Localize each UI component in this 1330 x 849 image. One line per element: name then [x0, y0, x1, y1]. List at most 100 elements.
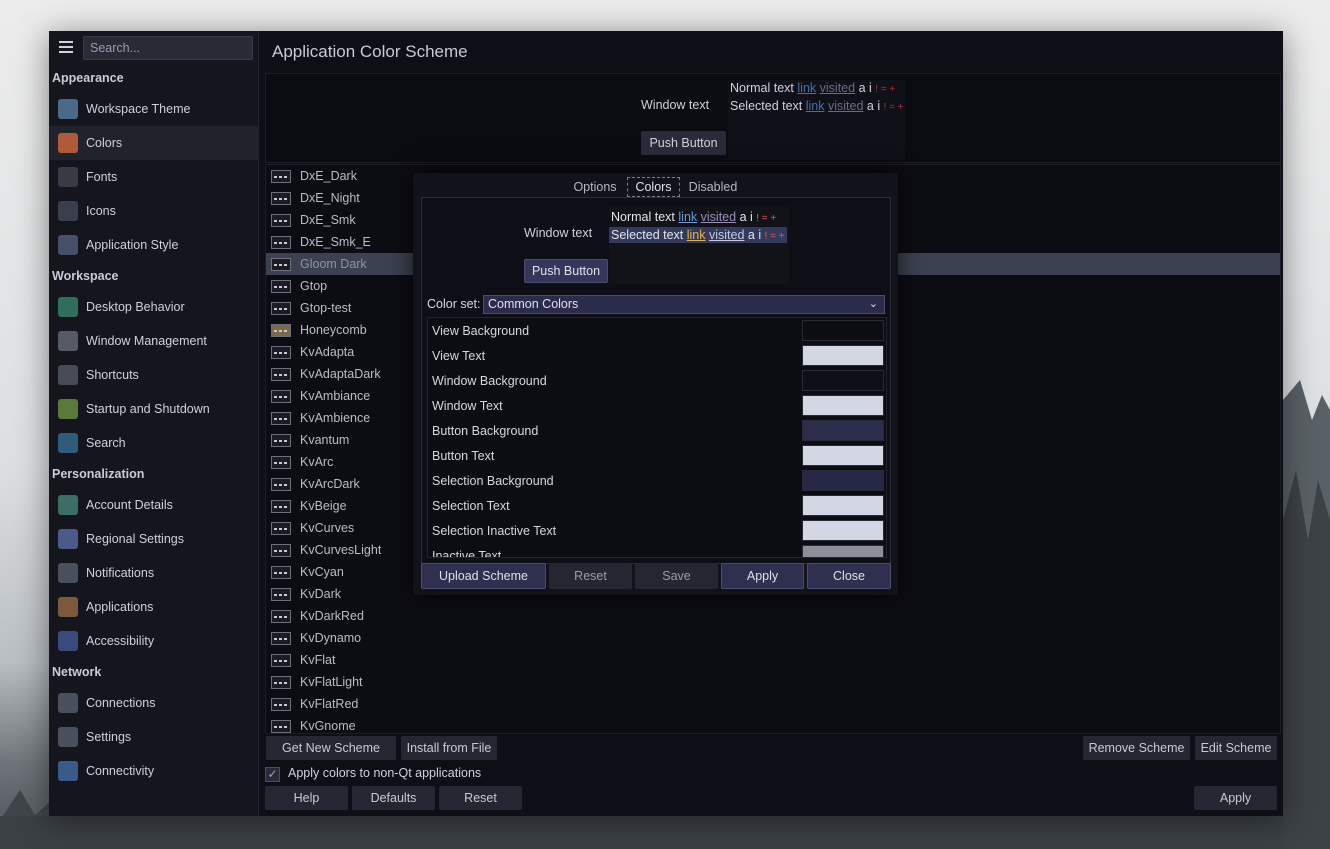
get-new-scheme-button[interactable]: Get New Scheme	[266, 736, 396, 760]
scheme-name: KvCurves	[300, 521, 355, 535]
sidebar-item-notifications[interactable]: Notifications	[49, 556, 258, 590]
tab-options[interactable]: Options	[567, 177, 623, 197]
scheme-name: KvBeige	[300, 499, 347, 513]
color-role-label: Selection Background	[432, 473, 554, 488]
scheme-name: KvAmbience	[300, 411, 371, 425]
sidebar-item-colors[interactable]: Colors	[49, 126, 258, 160]
sidebar-item-accessibility[interactable]: Accessibility	[49, 624, 258, 658]
sidebar-item-applications[interactable]: Applications	[49, 590, 258, 624]
sidebar-item-startup-and-shutdown[interactable]: Startup and Shutdown	[49, 392, 258, 426]
color-row[interactable]: Selection Inactive Text	[428, 518, 886, 543]
hamburger-menu-icon[interactable]	[59, 41, 73, 55]
color-row[interactable]: Button Background	[428, 418, 886, 443]
dialog-close-button[interactable]: Close	[807, 563, 891, 589]
color-row[interactable]: Selection Text	[428, 493, 886, 518]
color-set-select[interactable]: Common Colors ⌄	[483, 295, 885, 314]
sidebar-item-connections[interactable]: Connections	[49, 686, 258, 720]
preview-selected-line: Selected text link visited a i ! = +	[730, 99, 904, 113]
sidebar-item-workspace-theme[interactable]: Workspace Theme	[49, 92, 258, 126]
window-management-icon	[58, 331, 78, 351]
shortcuts-icon	[58, 365, 78, 385]
scheme-name: KvAdapta	[300, 345, 355, 359]
scheme-name: KvGnome	[300, 719, 356, 733]
sidebar-item-search[interactable]: Search	[49, 426, 258, 460]
apply-non-qt-label[interactable]: Apply colors to non-Qt applications	[288, 766, 481, 780]
color-row[interactable]: View Background	[428, 318, 886, 343]
color-swatch[interactable]	[802, 420, 884, 441]
help-button[interactable]: Help	[265, 786, 348, 810]
dialog-apply-button[interactable]: Apply	[721, 563, 804, 589]
remove-scheme-button[interactable]: Remove Scheme	[1083, 736, 1190, 760]
defaults-button[interactable]: Defaults	[352, 786, 435, 810]
scheme-thumbnail-icon	[271, 345, 291, 359]
scheme-list-item[interactable]: KvGnome	[266, 715, 1280, 733]
scheme-list-item[interactable]: KvDynamo	[266, 627, 1280, 649]
color-row[interactable]: Button Text	[428, 443, 886, 468]
sidebar-item-label: Icons	[86, 204, 116, 218]
scheme-name: KvDark	[300, 587, 341, 601]
scheme-thumbnail-icon	[271, 631, 291, 645]
apply-non-qt-checkbox[interactable]: ✓	[265, 767, 280, 782]
color-row[interactable]: Window Background	[428, 368, 886, 393]
fonts-icon	[58, 167, 78, 187]
tab-colors[interactable]: Colors	[627, 177, 680, 197]
color-role-label: Window Background	[432, 373, 547, 388]
sidebar-item-icons[interactable]: Icons	[49, 194, 258, 228]
sidebar-item-fonts[interactable]: Fonts	[49, 160, 258, 194]
color-row[interactable]: Inactive Text	[428, 543, 886, 557]
sidebar-item-account-details[interactable]: Account Details	[49, 488, 258, 522]
edit-scheme-button[interactable]: Edit Scheme	[1195, 736, 1277, 760]
color-row[interactable]: Window Text	[428, 393, 886, 418]
scheme-thumbnail-icon	[271, 719, 291, 733]
sidebar-item-application-style[interactable]: Application Style	[49, 228, 258, 262]
scheme-list-item[interactable]: KvDarkRed	[266, 605, 1280, 627]
upload-scheme-button[interactable]: Upload Scheme	[421, 563, 546, 589]
dialog-preview-push-button[interactable]: Push Button	[524, 259, 608, 283]
sidebar-item-desktop-behavior[interactable]: Desktop Behavior	[49, 290, 258, 324]
color-role-label: Button Background	[432, 423, 539, 438]
color-swatch[interactable]	[802, 345, 884, 366]
color-swatch[interactable]	[802, 370, 884, 391]
scheme-thumbnail-icon	[271, 653, 291, 667]
color-row[interactable]: View Text	[428, 343, 886, 368]
scheme-name: Kvantum	[300, 433, 350, 447]
sidebar-item-label: Applications	[86, 600, 154, 614]
scheme-thumbnail-icon	[271, 411, 291, 425]
sidebar-item-window-management[interactable]: Window Management	[49, 324, 258, 358]
install-from-file-button[interactable]: Install from File	[401, 736, 497, 760]
scheme-list-item[interactable]: KvFlatRed	[266, 693, 1280, 715]
sidebar-item-settings[interactable]: Settings	[49, 720, 258, 754]
color-swatch[interactable]	[802, 545, 884, 557]
reset-button[interactable]: Reset	[439, 786, 522, 810]
color-swatch[interactable]	[802, 470, 884, 491]
color-role-label: Window Text	[432, 398, 503, 413]
search-input[interactable]: Search...	[83, 36, 253, 60]
scheme-list-item[interactable]: KvFlat	[266, 649, 1280, 671]
chevron-down-icon: ⌄	[868, 298, 878, 310]
color-swatch[interactable]	[802, 445, 884, 466]
tab-disabled[interactable]: Disabled	[684, 177, 742, 197]
icons-icon	[58, 201, 78, 221]
color-swatch[interactable]	[802, 495, 884, 516]
sidebar-item-regional-settings[interactable]: Regional Settings	[49, 522, 258, 556]
dialog-save-button[interactable]: Save	[635, 563, 718, 589]
scheme-thumbnail-icon	[271, 565, 291, 579]
sidebar-item-shortcuts[interactable]: Shortcuts	[49, 358, 258, 392]
color-swatch[interactable]	[802, 520, 884, 541]
sidebar-item-label: Colors	[86, 136, 123, 150]
color-table[interactable]: View Background View Text Window Backgroun…	[427, 317, 887, 558]
regional-settings-icon	[58, 529, 78, 549]
scheme-thumbnail-icon	[271, 257, 291, 271]
dialog-reset-button[interactable]: Reset	[549, 563, 632, 589]
sidebar-item-label: Fonts	[86, 170, 118, 184]
color-swatch[interactable]	[802, 395, 884, 416]
color-swatch[interactable]	[802, 320, 884, 341]
sidebar-item-connectivity[interactable]: Connectivity	[49, 754, 258, 788]
scheme-name: DxE_Night	[300, 191, 360, 205]
scheme-name: KvCurvesLight	[300, 543, 382, 557]
scheme-thumbnail-icon	[271, 367, 291, 381]
scheme-list-item[interactable]: KvFlatLight	[266, 671, 1280, 693]
sidebar-item-label: Connectivity	[86, 764, 155, 778]
color-row[interactable]: Selection Background	[428, 468, 886, 493]
apply-button[interactable]: Apply	[1194, 786, 1277, 810]
